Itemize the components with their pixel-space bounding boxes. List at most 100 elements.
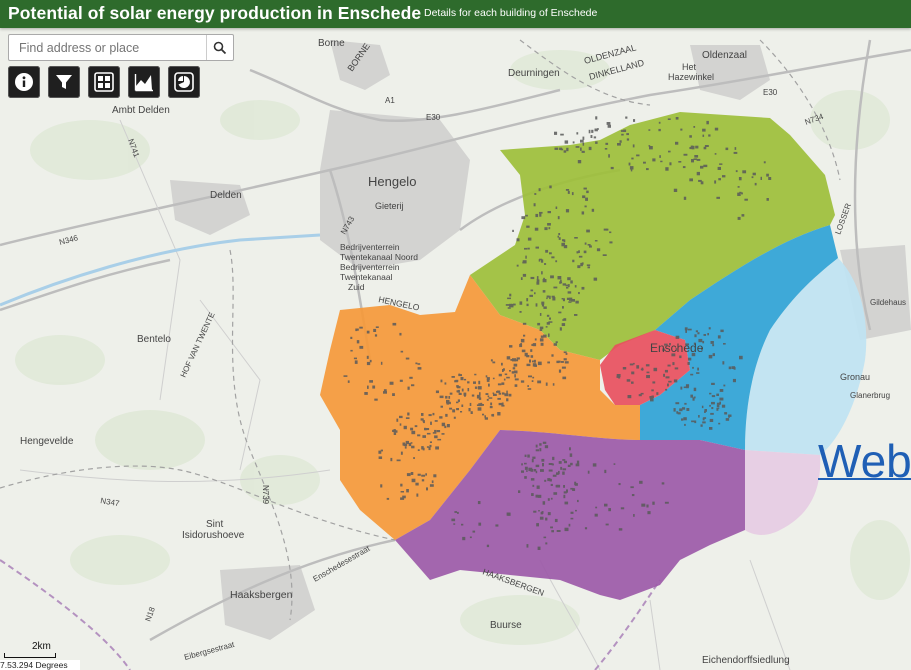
building-footprint <box>702 421 706 424</box>
building-footprint <box>652 381 656 384</box>
building-footprint <box>421 479 425 482</box>
building-footprint <box>539 258 543 261</box>
building-footprint <box>540 335 544 338</box>
building-footprint <box>564 527 569 532</box>
building-footprint <box>532 484 535 487</box>
building-footprint <box>571 192 574 196</box>
building-footprint <box>426 428 430 431</box>
building-footprint <box>535 303 538 307</box>
building-footprint <box>524 454 527 457</box>
building-footprint <box>417 363 421 365</box>
filter-button[interactable] <box>48 66 80 98</box>
building-footprint <box>711 395 716 398</box>
label-bedr1: Bedrijventerrein <box>340 242 400 252</box>
building-footprint <box>718 178 721 181</box>
info-button[interactable] <box>8 66 40 98</box>
building-footprint <box>545 542 548 545</box>
search-button[interactable] <box>206 35 233 60</box>
building-footprint <box>561 323 566 326</box>
building-footprint <box>445 413 448 417</box>
building-footprint <box>558 237 561 240</box>
building-footprint <box>550 497 553 500</box>
building-footprint <box>576 460 580 464</box>
building-footprint <box>422 419 425 423</box>
building-footprint <box>587 470 590 474</box>
building-footprint <box>710 412 714 415</box>
statistics-button[interactable] <box>168 66 200 98</box>
building-footprint <box>583 187 587 190</box>
building-footprint <box>684 402 687 405</box>
building-footprint <box>709 392 712 395</box>
building-footprint <box>563 239 566 243</box>
building-footprint <box>374 398 378 401</box>
building-footprint <box>411 430 416 435</box>
label-eichendorffsiedlung: Eichendorffsiedlung <box>702 655 790 666</box>
building-footprint <box>547 361 550 364</box>
building-footprint <box>560 279 562 283</box>
building-footprint <box>551 530 554 533</box>
building-footprint <box>555 341 558 344</box>
building-footprint <box>536 281 540 285</box>
building-footprint <box>560 133 564 136</box>
building-footprint <box>552 474 557 477</box>
search-input[interactable] <box>9 35 207 60</box>
building-footprint <box>551 463 554 466</box>
building-footprint <box>525 214 528 217</box>
building-footprint <box>426 432 431 435</box>
building-footprint <box>678 161 682 163</box>
building-footprint <box>605 523 609 526</box>
building-footprint <box>437 438 442 441</box>
building-footprint <box>594 240 598 242</box>
overlay-link-text[interactable]: Web <box>818 434 911 488</box>
building-footprint <box>562 319 565 321</box>
building-footprint <box>693 126 696 128</box>
building-footprint <box>546 295 550 298</box>
building-footprint <box>506 390 508 394</box>
building-footprint <box>429 444 432 448</box>
building-footprint <box>535 213 539 218</box>
building-footprint <box>455 379 459 382</box>
building-footprint <box>507 297 511 300</box>
chart-button[interactable] <box>128 66 160 98</box>
building-footprint <box>574 237 578 239</box>
building-footprint <box>737 192 741 196</box>
building-footprint <box>658 128 661 132</box>
building-footprint <box>587 244 591 246</box>
building-footprint <box>690 145 694 150</box>
building-footprint <box>570 517 574 520</box>
building-footprint <box>444 425 447 429</box>
map-canvas[interactable]: Borne BORNE Deurningen OLDENZAAL DINKELL… <box>0 28 911 670</box>
building-footprint <box>525 255 527 259</box>
building-footprint <box>526 470 528 472</box>
building-footprint <box>732 378 736 383</box>
building-footprint <box>618 483 621 486</box>
label-ambt-delden: Ambt Delden <box>112 105 170 116</box>
building-footprint <box>380 484 383 488</box>
building-footprint <box>522 322 527 325</box>
building-footprint <box>461 404 464 407</box>
building-footprint <box>672 362 675 366</box>
building-footprint <box>369 380 373 383</box>
building-footprint <box>541 511 544 514</box>
building-footprint <box>487 395 490 398</box>
building-footprint <box>587 266 590 269</box>
layers-grid-button[interactable] <box>88 66 120 98</box>
building-footprint <box>560 361 564 363</box>
building-footprint <box>707 333 709 336</box>
building-footprint <box>570 511 574 514</box>
building-footprint <box>524 247 528 250</box>
building-footprint <box>647 511 651 515</box>
building-footprint <box>522 261 526 264</box>
building-footprint <box>696 158 701 161</box>
building-footprint <box>737 186 740 188</box>
building-footprint <box>684 327 688 331</box>
filter-icon <box>56 75 72 89</box>
building-footprint <box>574 285 577 288</box>
label-haaksbergen: Haaksbergen <box>230 589 293 601</box>
building-footprint <box>703 146 707 150</box>
building-footprint <box>501 362 503 366</box>
label-gronau: Gronau <box>840 372 870 382</box>
building-footprint <box>544 263 547 265</box>
building-footprint <box>554 518 558 523</box>
building-footprint <box>535 449 539 452</box>
